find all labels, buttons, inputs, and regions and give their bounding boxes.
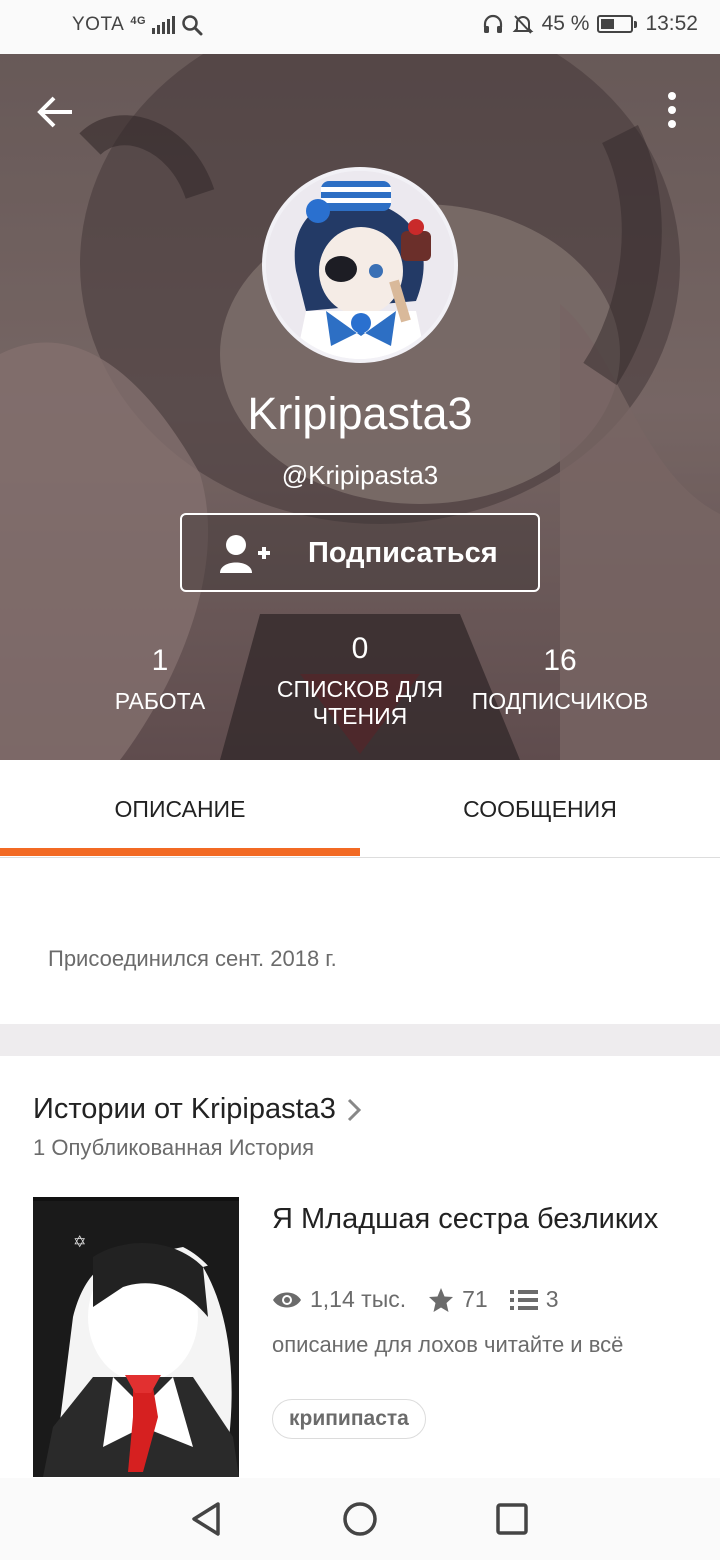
bell-muted-icon bbox=[512, 15, 533, 34]
profile-tabs: ОПИСАНИЕ СООБЩЕНИЯ bbox=[0, 760, 720, 858]
stat-followers[interactable]: 16 ПОДПИСЧИКОВ bbox=[465, 644, 655, 715]
active-tab-indicator bbox=[0, 848, 360, 856]
stat-followers-value: 16 bbox=[543, 644, 577, 677]
profile-handle: @Kripipasta3 bbox=[281, 460, 439, 490]
stories-header-link[interactable]: Истории от Kripipasta3 bbox=[33, 1093, 362, 1126]
story-reads: 1,14 тыс. bbox=[272, 1286, 406, 1313]
home-circle-icon bbox=[343, 1502, 377, 1536]
story-cover-image: ✡ bbox=[33, 1197, 239, 1477]
stat-reading-lists-label-line1: СПИСКОВ ДЛЯ bbox=[276, 676, 444, 702]
story-votes: 71 bbox=[428, 1286, 488, 1313]
nav-back-button[interactable] bbox=[184, 1496, 230, 1542]
story-meta: 1,14 тыс. 71 3 bbox=[272, 1286, 581, 1313]
star-icon bbox=[429, 1287, 454, 1312]
section-divider bbox=[0, 1024, 720, 1056]
follow-button-label: Подписаться bbox=[308, 537, 498, 569]
story-votes-value: 71 bbox=[462, 1286, 488, 1312]
status-left: YOTA 4G bbox=[72, 14, 203, 36]
status-bar: YOTA 4G 45 % 13:52 bbox=[0, 0, 720, 54]
avatar-image bbox=[266, 171, 454, 359]
story-tag[interactable]: крипипаста bbox=[272, 1399, 426, 1439]
clock: 13:52 bbox=[645, 12, 698, 35]
profile-header: Kripipasta3 @Kripipasta3 Подписаться 1 Р… bbox=[0, 54, 720, 760]
stories-title: Истории от Kripipasta3 bbox=[33, 1093, 336, 1125]
eye-icon bbox=[273, 1292, 301, 1307]
story-description: описание для лохов читайте и всё bbox=[272, 1332, 624, 1357]
battery-icon bbox=[597, 15, 638, 33]
profile-name: Kripipasta3 bbox=[247, 388, 473, 439]
carrier-label: YOTA bbox=[72, 14, 125, 35]
status-right: 45 % 13:52 bbox=[482, 12, 698, 36]
arrow-left-icon bbox=[37, 96, 72, 128]
back-button[interactable] bbox=[34, 90, 78, 134]
battery-percent: 45 % bbox=[541, 12, 590, 35]
svg-text:✡: ✡ bbox=[73, 1232, 86, 1251]
story-title[interactable]: Я Младшая сестра безликих bbox=[272, 1200, 672, 1238]
signal-icon bbox=[152, 16, 176, 34]
headphones-icon bbox=[483, 14, 502, 33]
nav-recents-button[interactable] bbox=[489, 1496, 535, 1542]
stat-reading-lists-value: 0 bbox=[351, 632, 369, 665]
stories-count: 1 Опубликованная История bbox=[33, 1135, 315, 1160]
chevron-right-icon bbox=[347, 1098, 362, 1121]
recents-square-icon bbox=[496, 1503, 528, 1535]
more-vertical-icon bbox=[668, 92, 676, 128]
stat-works[interactable]: 1 РАБОТА bbox=[100, 644, 220, 715]
tab-description[interactable]: ОПИСАНИЕ bbox=[0, 760, 360, 858]
more-options-button[interactable] bbox=[652, 90, 692, 134]
stat-followers-label: ПОДПИСЧИКОВ bbox=[471, 688, 649, 714]
story-reads-value: 1,14 тыс. bbox=[310, 1286, 407, 1312]
network-type: 4G bbox=[130, 15, 147, 27]
list-icon bbox=[509, 1289, 538, 1310]
stat-reading-lists-label-line2: ЧТЕНИЯ bbox=[312, 703, 408, 729]
story-parts-value: 3 bbox=[545, 1286, 559, 1312]
story-parts: 3 bbox=[509, 1286, 559, 1313]
system-nav-bar bbox=[0, 1478, 720, 1560]
back-triangle-icon bbox=[192, 1502, 220, 1536]
avatar[interactable] bbox=[262, 167, 458, 363]
tab-messages[interactable]: СООБЩЕНИЯ bbox=[360, 760, 720, 858]
search-icon bbox=[182, 15, 203, 36]
story-cover[interactable]: ✡ bbox=[33, 1197, 239, 1477]
follow-button[interactable]: Подписаться bbox=[180, 513, 540, 592]
add-user-icon bbox=[220, 535, 270, 573]
stat-reading-lists[interactable]: 0 СПИСКОВ ДЛЯ ЧТЕНИЯ bbox=[270, 632, 450, 730]
stat-works-value: 1 bbox=[151, 644, 169, 677]
stat-works-label: РАБОТА bbox=[114, 688, 206, 714]
joined-date: Присоединился сент. 2018 г. bbox=[48, 946, 337, 971]
nav-home-button[interactable] bbox=[337, 1496, 383, 1542]
